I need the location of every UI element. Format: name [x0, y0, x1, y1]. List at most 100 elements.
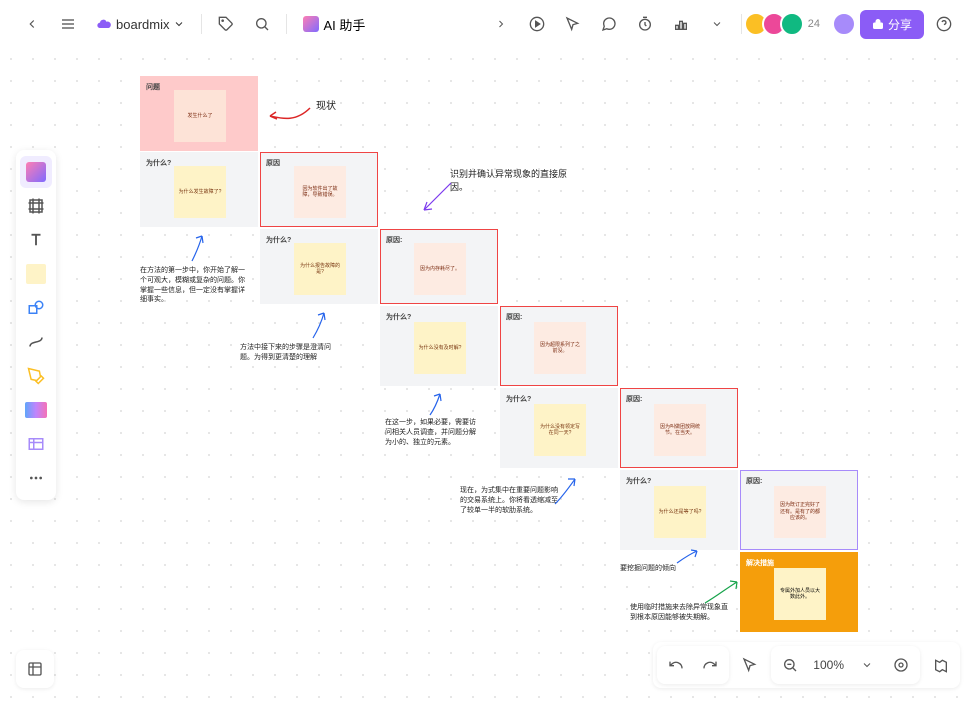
- sticky-note[interactable]: 专属外加人员以大数此外。: [774, 568, 826, 620]
- sticky-icon: [26, 264, 46, 284]
- annotation-step4: 现在，为式集中在重要问题影响的交易系统上。你将看透缩减至了较单一半的软肋系统。: [460, 486, 560, 515]
- annotation-step2: 方法中接下来的步骤是澄清问题。为得到更清楚的理解: [240, 343, 335, 363]
- sticky-note[interactable]: 为什么没有及时解?: [414, 322, 466, 374]
- play-icon: [529, 16, 545, 32]
- sticky-note[interactable]: 因为软件出了故障，导致错误。: [294, 166, 346, 218]
- vote-button[interactable]: [665, 8, 697, 40]
- separator: [201, 14, 202, 34]
- sticky-note[interactable]: 为什么还是等了吗?: [654, 486, 706, 538]
- tool-line[interactable]: [20, 326, 52, 358]
- cell-label: 为什么?: [506, 394, 612, 404]
- cell-label: 原因:: [746, 476, 852, 486]
- redo-button[interactable]: [695, 650, 725, 680]
- tool-shape[interactable]: [20, 292, 52, 324]
- back-button[interactable]: [16, 8, 48, 40]
- ai-label: AI 助手: [323, 15, 365, 34]
- search-button[interactable]: [246, 8, 278, 40]
- table-icon: [27, 435, 45, 453]
- cell-cause[interactable]: 原因: 因为超限系列了之前没。: [500, 306, 618, 386]
- cell-why[interactable]: 为什么? 为什么报告故障的是?: [260, 229, 378, 304]
- nav-right-button[interactable]: [485, 8, 517, 40]
- zoom-dropdown[interactable]: [852, 650, 882, 680]
- tool-table[interactable]: [20, 428, 52, 460]
- cell-solution[interactable]: 解决措施 专属外加人员以大数此外。: [740, 552, 858, 632]
- minimap-button[interactable]: [926, 650, 956, 680]
- zoom-out-button[interactable]: [775, 650, 805, 680]
- sticky-note[interactable]: 为什么报告故障的是?: [294, 243, 346, 295]
- sticky-note[interactable]: 因为既订正完好了还有。是有了的都应该的。: [774, 486, 826, 538]
- fit-button[interactable]: [886, 650, 916, 680]
- tool-sticky[interactable]: [20, 258, 52, 290]
- pen-icon: [27, 367, 45, 385]
- vote-icon: [673, 16, 689, 32]
- play-button[interactable]: [521, 8, 553, 40]
- tag-button[interactable]: [210, 8, 242, 40]
- sticky-note[interactable]: 发生什么了: [174, 90, 226, 142]
- topbar: boardmix AI 助手: [0, 0, 976, 48]
- pointer-icon: [742, 657, 758, 673]
- text-icon: [27, 231, 45, 249]
- bottom-right-controls: 100%: [653, 642, 960, 688]
- more-dropdown[interactable]: [701, 8, 733, 40]
- topbar-right: 24 分享: [485, 8, 960, 40]
- comment-button[interactable]: [593, 8, 625, 40]
- chevron-right-icon: [495, 18, 507, 30]
- pointer-button[interactable]: [735, 650, 765, 680]
- cell-label: 为什么?: [626, 476, 732, 486]
- chevron-down-icon: [711, 18, 723, 30]
- canvas[interactable]: 问题 发生什么了 现状 为什么? 为什么发生故障了? 原因 因为软件出了故障，导…: [0, 48, 976, 704]
- ai-assistant-button[interactable]: AI 助手: [295, 11, 373, 38]
- avatar: [780, 12, 804, 36]
- tool-template[interactable]: [20, 156, 52, 188]
- bottom-left-controls: [16, 650, 54, 688]
- tool-pen[interactable]: [20, 360, 52, 392]
- cell-cause[interactable]: 原因 因为软件出了故障，导致错误。: [260, 152, 378, 227]
- zoom-level[interactable]: 100%: [809, 658, 848, 672]
- help-icon: [936, 16, 952, 32]
- user-avatar[interactable]: [832, 12, 856, 36]
- frame-icon: [27, 197, 45, 215]
- tool-frame[interactable]: [20, 190, 52, 222]
- undo-button[interactable]: [661, 650, 691, 680]
- redo-icon: [702, 657, 718, 673]
- sticky-note[interactable]: 因为叫做团放网统节。在当天。: [654, 404, 706, 456]
- cell-why[interactable]: 为什么? 为什么没有领定写在同一天?: [500, 388, 618, 468]
- annotation-root: 要挖掘问题的倾向: [620, 564, 676, 574]
- share-button[interactable]: 分享: [860, 10, 924, 39]
- sticky-note[interactable]: 因为超限系列了之前没。: [534, 322, 586, 374]
- layers-button[interactable]: [20, 654, 50, 684]
- cell-problem[interactable]: 问题 发生什么了: [140, 76, 258, 151]
- cell-cause[interactable]: 原因: 因为内存耗尽了。: [380, 229, 498, 304]
- file-name[interactable]: boardmix: [88, 12, 193, 36]
- annotation-cause: 识别并确认异常现象的直接原因。: [450, 168, 570, 193]
- cell-why[interactable]: 为什么? 为什么发生故障了?: [140, 152, 258, 227]
- tool-text[interactable]: [20, 224, 52, 256]
- timer-icon: [637, 16, 653, 32]
- sticky-note[interactable]: 因为内存耗尽了。: [414, 243, 466, 295]
- tool-more[interactable]: [20, 462, 52, 494]
- menu-button[interactable]: [52, 8, 84, 40]
- collaborators[interactable]: 24: [750, 12, 820, 36]
- help-button[interactable]: [928, 8, 960, 40]
- cell-cause-final[interactable]: 原因: 因为既订正完好了还有。是有了的都应该的。: [740, 470, 858, 550]
- sticky-note[interactable]: 为什么发生故障了?: [174, 166, 226, 218]
- minimap-icon: [933, 657, 949, 673]
- annotation-title: 现状: [316, 100, 336, 114]
- cell-label: 原因:: [626, 394, 732, 404]
- share-label: 分享: [888, 16, 912, 33]
- ai-logo-icon: [303, 16, 319, 32]
- cell-why[interactable]: 为什么? 为什么没有及时解?: [380, 306, 498, 386]
- sticky-note[interactable]: 为什么没有领定写在同一天?: [534, 404, 586, 456]
- cursor-button[interactable]: [557, 8, 589, 40]
- zoom-group: 100%: [771, 646, 920, 684]
- chevron-down-icon: [173, 18, 185, 30]
- cell-why[interactable]: 为什么? 为什么还是等了吗?: [620, 470, 738, 550]
- timer-button[interactable]: [629, 8, 661, 40]
- search-icon: [254, 16, 270, 32]
- tag-icon: [218, 16, 234, 32]
- comment-icon: [601, 16, 617, 32]
- fit-icon: [893, 657, 909, 673]
- menu-icon: [60, 16, 76, 32]
- cell-cause[interactable]: 原因: 因为叫做团放网统节。在当天。: [620, 388, 738, 468]
- tool-gradient[interactable]: [20, 394, 52, 426]
